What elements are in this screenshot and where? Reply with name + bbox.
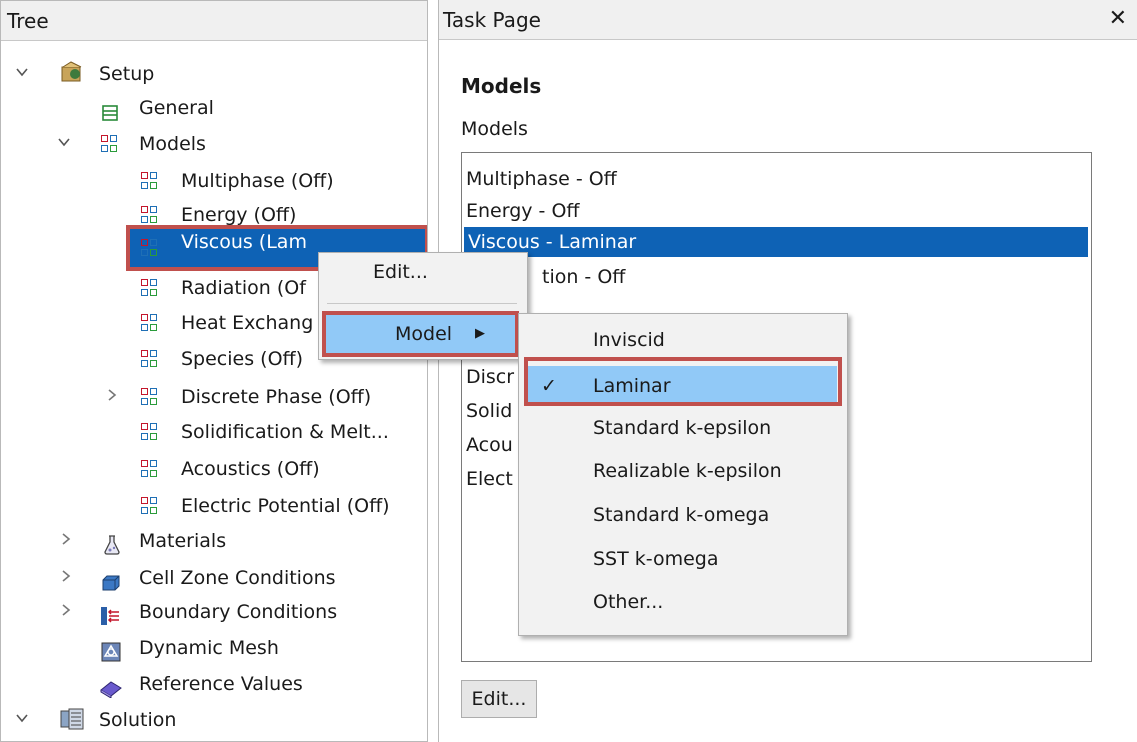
tree-item-setup[interactable]: Setup bbox=[1, 57, 421, 91]
tree-item-boundary-conditions[interactable]: Boundary Conditions bbox=[1, 595, 421, 629]
tree-item-dynamic-mesh[interactable]: Dynamic Mesh bbox=[1, 631, 421, 665]
submenu-item-sst-k-omega[interactable]: SST k-omega bbox=[593, 539, 719, 579]
list-item-selected[interactable]: Viscous - Laminar bbox=[464, 227, 1088, 257]
tree-item-label: Boundary Conditions bbox=[139, 601, 338, 623]
list-item[interactable]: Acou bbox=[466, 431, 513, 459]
list-item[interactable]: tion - Off bbox=[542, 263, 625, 291]
menu-separator bbox=[327, 303, 517, 304]
models-list-label: Models bbox=[461, 118, 528, 140]
tree-item-label: Species (Off) bbox=[181, 348, 304, 370]
tree-item-solution[interactable]: Solution bbox=[1, 703, 421, 737]
tree-item-solidification[interactable]: Solidification & Melt... bbox=[1, 415, 421, 449]
chevron-down-icon[interactable] bbox=[15, 703, 29, 737]
tree-item-label: Dynamic Mesh bbox=[139, 637, 279, 659]
tree-item-electric-potential[interactable]: Electric Potential (Off) bbox=[1, 489, 421, 523]
tree-item-label: Setup bbox=[99, 63, 155, 85]
model-icon bbox=[141, 423, 159, 441]
tree-item-label: Heat Exchang bbox=[181, 312, 314, 334]
model-icon bbox=[141, 350, 159, 368]
tree-item-label: Materials bbox=[139, 530, 227, 552]
tree-item-general[interactable]: General bbox=[1, 91, 421, 125]
tree-panel: Tree Setup General Models Multiphase (Of… bbox=[0, 0, 428, 742]
model-submenu: Inviscid ✓ Laminar Standard k-epsilon Re… bbox=[518, 313, 848, 636]
tree-item-multiphase[interactable]: Multiphase (Off) bbox=[1, 164, 421, 198]
general-icon bbox=[101, 99, 119, 121]
chevron-down-icon[interactable] bbox=[15, 57, 29, 91]
submenu-item-inviscid[interactable]: Inviscid bbox=[593, 320, 665, 360]
tree-item-materials[interactable]: Materials bbox=[1, 524, 421, 558]
check-icon: ✓ bbox=[541, 375, 557, 397]
model-icon bbox=[141, 314, 159, 332]
task-page-title: Task Page bbox=[443, 8, 541, 32]
menu-item-model[interactable]: Model ▶ bbox=[325, 314, 515, 354]
chevron-right-icon[interactable] bbox=[59, 595, 73, 629]
chevron-right-icon[interactable] bbox=[105, 380, 119, 414]
model-icon bbox=[141, 279, 159, 297]
tree-item-label: Solution bbox=[99, 709, 177, 731]
tree-item-label: Solidification & Melt... bbox=[181, 421, 389, 443]
tree-item-cell-zone-conditions[interactable]: Cell Zone Conditions bbox=[1, 561, 421, 595]
tree-item-label: Acoustics (Off) bbox=[181, 458, 320, 480]
tree-item-reference-values[interactable]: Reference Values bbox=[1, 667, 421, 701]
list-item[interactable]: Elect bbox=[466, 465, 513, 493]
list-item[interactable]: Energy - Off bbox=[466, 197, 580, 225]
list-item[interactable]: Solid bbox=[466, 397, 512, 425]
boundary-conditions-icon bbox=[99, 603, 119, 625]
tree-item-acoustics[interactable]: Acoustics (Off) bbox=[1, 452, 421, 486]
tree-item-label: Multiphase (Off) bbox=[181, 170, 334, 192]
list-item[interactable]: Multiphase - Off bbox=[466, 165, 617, 193]
models-icon bbox=[101, 135, 119, 153]
cell-zone-icon bbox=[101, 569, 120, 591]
tree-item-label: Models bbox=[139, 133, 206, 155]
submenu-item-standard-k-epsilon[interactable]: Standard k-epsilon bbox=[593, 408, 771, 448]
model-icon bbox=[141, 206, 159, 224]
page-title: Models bbox=[461, 74, 542, 98]
tree-header: Tree bbox=[1, 1, 427, 41]
model-icon bbox=[141, 460, 159, 478]
tree-item-label: Reference Values bbox=[139, 673, 303, 695]
dynamic-mesh-icon bbox=[101, 639, 121, 662]
menu-item-edit[interactable]: Edit... bbox=[373, 261, 428, 283]
model-icon bbox=[141, 497, 159, 515]
solution-icon bbox=[59, 707, 85, 731]
model-icon bbox=[141, 172, 159, 190]
model-icon bbox=[141, 388, 159, 406]
tree-item-label: Cell Zone Conditions bbox=[139, 567, 336, 589]
edit-button[interactable]: Edit... bbox=[461, 680, 537, 718]
book-icon bbox=[99, 675, 122, 699]
tree-item-label: Radiation (Of bbox=[181, 277, 306, 299]
submenu-arrow-icon: ▶ bbox=[475, 326, 485, 341]
chevron-right-icon[interactable] bbox=[59, 561, 73, 595]
close-icon[interactable]: ✕ bbox=[1109, 6, 1127, 31]
flask-icon bbox=[103, 532, 121, 555]
tree-item-label: General bbox=[139, 97, 214, 119]
tree-item-models[interactable]: Models bbox=[1, 127, 421, 161]
chevron-right-icon[interactable] bbox=[59, 524, 73, 558]
submenu-item-realizable-k-epsilon[interactable]: Realizable k-epsilon bbox=[593, 451, 782, 491]
tree-item-discrete-phase[interactable]: Discrete Phase (Off) bbox=[1, 380, 421, 414]
model-icon bbox=[141, 239, 159, 257]
submenu-item-standard-k-omega[interactable]: Standard k-omega bbox=[593, 495, 769, 535]
tree-item-label: Discrete Phase (Off) bbox=[181, 386, 372, 408]
list-item[interactable]: Discr bbox=[466, 363, 514, 391]
submenu-item-other[interactable]: Other... bbox=[593, 582, 663, 622]
chevron-down-icon[interactable] bbox=[57, 127, 71, 161]
submenu-item-laminar-highlight[interactable] bbox=[527, 366, 837, 406]
menu-item-label: Model bbox=[395, 323, 453, 345]
tree-item-label: Viscous (Lam bbox=[181, 231, 307, 253]
context-menu: Edit... Model ▶ bbox=[318, 252, 528, 360]
submenu-item-laminar[interactable]: Laminar bbox=[593, 366, 671, 406]
setup-icon bbox=[59, 61, 85, 85]
tree-item-label: Electric Potential (Off) bbox=[181, 495, 390, 517]
task-page-header: Task Page bbox=[439, 0, 1137, 40]
